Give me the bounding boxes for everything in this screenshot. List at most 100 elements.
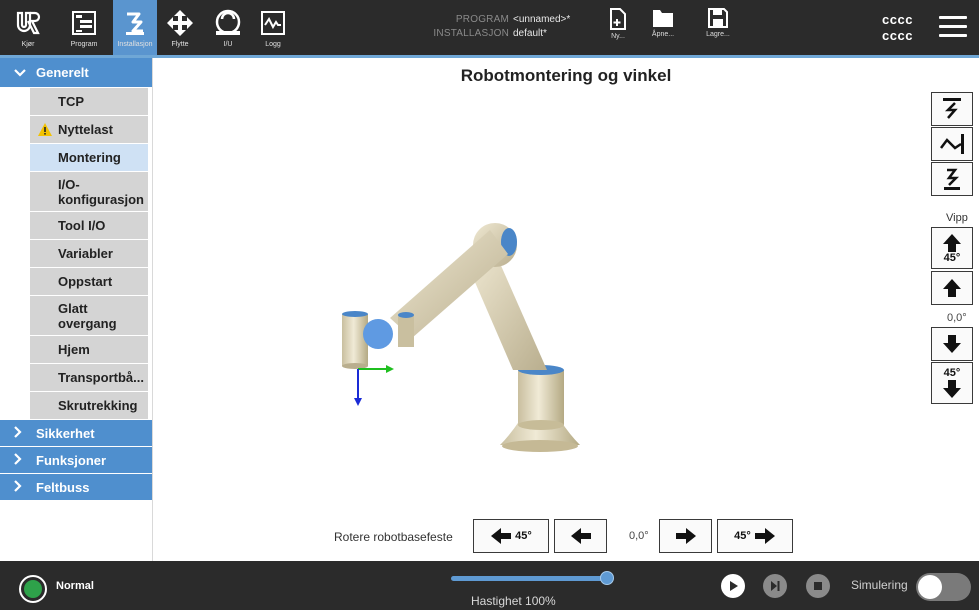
sidebar-item-label: Nyttelast [58, 122, 113, 137]
warning-icon [38, 123, 52, 136]
robot-side-view-icon [940, 134, 964, 154]
tilt-up-45-button[interactable]: 45° [931, 227, 973, 269]
rotate-right-45-label: 45° [734, 530, 751, 542]
bottom-bar: Normal Hastighet 100% Simulering [0, 561, 979, 610]
chevron-down-icon [14, 66, 28, 80]
nav-io-button[interactable]: I/U [210, 0, 246, 55]
arrow-left-icon [570, 528, 591, 544]
user-info[interactable]: cccc cccc [882, 12, 913, 44]
sidebar-item-skrutrekking[interactable]: Skrutrekking [30, 392, 148, 420]
move-icon [166, 6, 194, 40]
installation-icon [121, 6, 149, 40]
rotate-left-45-button[interactable]: 45° [473, 519, 549, 553]
sidebar-item-hjem[interactable]: Hjem [30, 336, 148, 364]
tilt-down-45-button[interactable]: 45° [931, 362, 973, 404]
user-line-1: cccc [882, 12, 913, 27]
sidebar-item-io-konfigurasjon[interactable]: I/O- konfigurasjon [30, 172, 148, 212]
user-line-2: cccc [882, 28, 913, 43]
sidebar-item-variabler[interactable]: Variabler [30, 240, 148, 268]
tilt-up-45-label: 45° [943, 251, 961, 264]
view-side-button[interactable] [931, 127, 973, 161]
io-icon [213, 6, 243, 40]
simulation-toggle[interactable] [916, 573, 971, 601]
sidebar-item-label: Tool I/O [58, 218, 106, 233]
robot-top-view-icon [943, 98, 961, 119]
program-key: PROGRAM [455, 14, 509, 25]
play-icon [730, 581, 738, 591]
sidebar-item-oppstart[interactable]: Oppstart [30, 268, 148, 296]
arrow-right-icon [675, 528, 696, 544]
tilt-down-45-label: 45° [943, 366, 961, 379]
view-front-button[interactable] [931, 162, 973, 196]
play-button[interactable] [721, 574, 745, 598]
ur-logo-icon [15, 6, 41, 40]
nav-program-label: Program [70, 41, 98, 48]
arrow-down-icon [943, 379, 961, 398]
nav-installation-label: Installasjon [117, 41, 153, 48]
section-sikkerhet-label: Sikkerhet [36, 425, 95, 441]
nav-move-label: Flytte [171, 41, 189, 48]
nav-log-button[interactable]: Logg [256, 0, 290, 55]
sidebar-item-glatt-overgang[interactable]: Glatt overgang [30, 296, 148, 336]
robot-front-view-icon [944, 168, 960, 190]
nav-installation-button[interactable]: Installasjon [113, 0, 157, 55]
section-generelt-label: Generelt [36, 65, 89, 80]
new-file-button[interactable]: Ny... [598, 8, 638, 40]
sidebar-item-label: Montering [58, 150, 121, 165]
save-file-button[interactable]: Lagre... [698, 8, 738, 38]
sidebar-item-label: I/O- konfigurasjon [58, 177, 144, 207]
stop-button[interactable] [806, 574, 830, 598]
sidebar-item-nyttelast[interactable]: Nyttelast [30, 116, 148, 144]
nav-move-button[interactable]: Flytte [162, 0, 198, 55]
section-feltbuss[interactable]: Feltbuss [0, 474, 152, 501]
folder-icon [653, 10, 673, 27]
chevron-right-icon [14, 479, 28, 495]
speed-slider-handle[interactable] [600, 571, 614, 585]
nav-run-button[interactable]: Kjør [8, 0, 48, 55]
hamburger-menu-icon[interactable] [939, 16, 967, 38]
robot-3d-view[interactable] [320, 210, 600, 460]
open-file-label: Åpne... [651, 31, 675, 38]
speed-label: Hastighet 100% [471, 594, 556, 608]
sidebar-item-transportband[interactable]: Transportbå... [30, 364, 148, 392]
rotate-right-45-button[interactable]: 45° [717, 519, 793, 553]
sidebar-item-label-line-2: konfigurasjon [58, 191, 144, 207]
arrow-left-icon [491, 528, 512, 544]
program-icon [71, 6, 97, 40]
tilt-down-button[interactable] [931, 327, 973, 361]
program-name: <unnamed>* [513, 14, 571, 25]
rotate-base-label: Rotere robotbasefeste [334, 530, 453, 544]
sidebar-item-label: Hjem [58, 342, 90, 357]
tilt-label: Vipp [946, 212, 968, 224]
view-top-button[interactable] [931, 92, 973, 126]
open-file-button[interactable]: Åpne... [643, 8, 683, 38]
nav-run-label: Kjør [21, 41, 35, 48]
stop-icon [814, 582, 822, 590]
installation-key: INSTALLASJON [433, 28, 509, 39]
sidebar-item-tool-io[interactable]: Tool I/O [30, 212, 148, 240]
chevron-right-icon [14, 452, 28, 468]
section-funksjoner[interactable]: Funksjoner [0, 447, 152, 474]
status-indicator-icon[interactable] [19, 575, 47, 603]
rotate-left-45-label: 45° [515, 530, 532, 542]
rotate-value: 0,0° [629, 530, 649, 542]
save-file-label: Lagre... [706, 31, 730, 38]
section-sikkerhet[interactable]: Sikkerhet [0, 420, 152, 447]
tilt-up-button[interactable] [931, 271, 973, 305]
save-icon [708, 8, 728, 28]
arrow-up-icon [943, 233, 961, 252]
arrow-right-icon [754, 528, 775, 544]
section-funksjoner-label: Funksjoner [36, 452, 107, 468]
new-file-icon [610, 8, 626, 30]
sidebar-item-tcp[interactable]: TCP [30, 88, 148, 116]
section-generelt[interactable]: Generelt [0, 58, 152, 88]
rotate-left-button[interactable] [554, 519, 607, 553]
rotate-right-button[interactable] [659, 519, 712, 553]
arrow-up-icon [943, 279, 961, 297]
speed-slider-track[interactable] [451, 576, 609, 581]
chevron-right-icon [14, 425, 28, 441]
nav-program-button[interactable]: Program [62, 0, 106, 55]
sidebar-item-montering[interactable]: Montering [30, 144, 148, 172]
sidebar-item-label: Transportbå... [58, 370, 144, 385]
step-button[interactable] [763, 574, 787, 598]
